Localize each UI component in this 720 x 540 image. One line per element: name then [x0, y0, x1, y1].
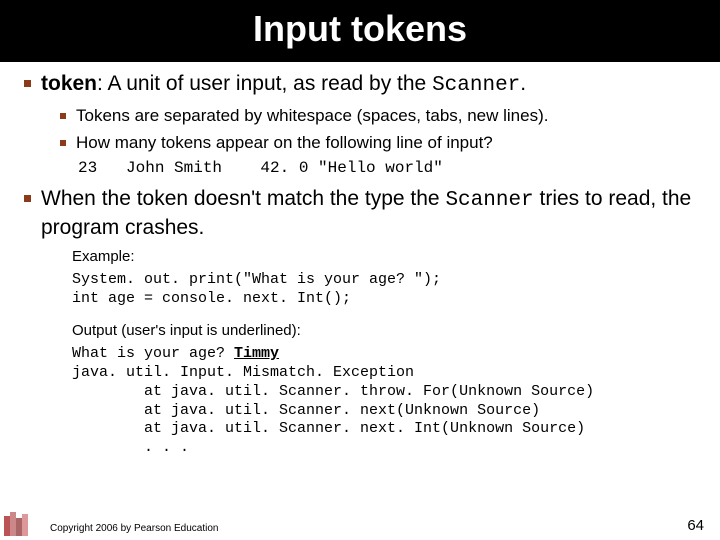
sub-bullet-list: Tokens are separated by whitespace (spac… [60, 105, 696, 177]
token-example-code: 23 John Smith 42. 0 "Hello world" [78, 159, 696, 177]
sub-bullet-2: How many tokens appear on the following … [60, 132, 696, 155]
output-text: What is your age? Timmy java. util. Inpu… [72, 345, 696, 458]
example-block: Example: System. out. print("What is you… [72, 248, 696, 458]
example-label: Example: [72, 248, 696, 265]
scanner-code: Scanner [432, 74, 520, 97]
scanner-code: Scanner [445, 189, 533, 212]
slide-body: token: A unit of user input, as read by … [0, 62, 720, 458]
stack-trace: java. util. Input. Mismatch. Exception a… [72, 364, 594, 456]
bullet-2: When the token doesn't match the type th… [24, 185, 696, 242]
output-prompt: What is your age? [72, 345, 234, 362]
sub-bullet-1: Tokens are separated by whitespace (spac… [60, 105, 696, 128]
bullet-1: token: A unit of user input, as read by … [24, 70, 696, 99]
slide-header: Input tokens [0, 0, 720, 62]
sub-bullet-1-text: Tokens are separated by whitespace (spac… [76, 105, 548, 128]
output-label: Output (user's input is underlined): [72, 322, 696, 339]
token-term: token [41, 72, 97, 95]
bullet-2-text: When the token doesn't match the type th… [41, 185, 696, 242]
copyright-text: Copyright 2006 by Pearson Education [50, 523, 218, 534]
square-bullet-icon [24, 195, 31, 202]
book-stack-icon [4, 510, 44, 536]
bullet-1-text: token: A unit of user input, as read by … [41, 70, 526, 99]
example-code: System. out. print("What is your age? ")… [72, 271, 696, 309]
square-bullet-icon [60, 140, 66, 146]
square-bullet-icon [60, 113, 66, 119]
page-number: 64 [687, 517, 704, 534]
square-bullet-icon [24, 80, 31, 87]
slide-title: Input tokens [0, 8, 720, 50]
user-input-underlined: Timmy [234, 345, 279, 362]
sub-bullet-2-text: How many tokens appear on the following … [76, 132, 493, 155]
